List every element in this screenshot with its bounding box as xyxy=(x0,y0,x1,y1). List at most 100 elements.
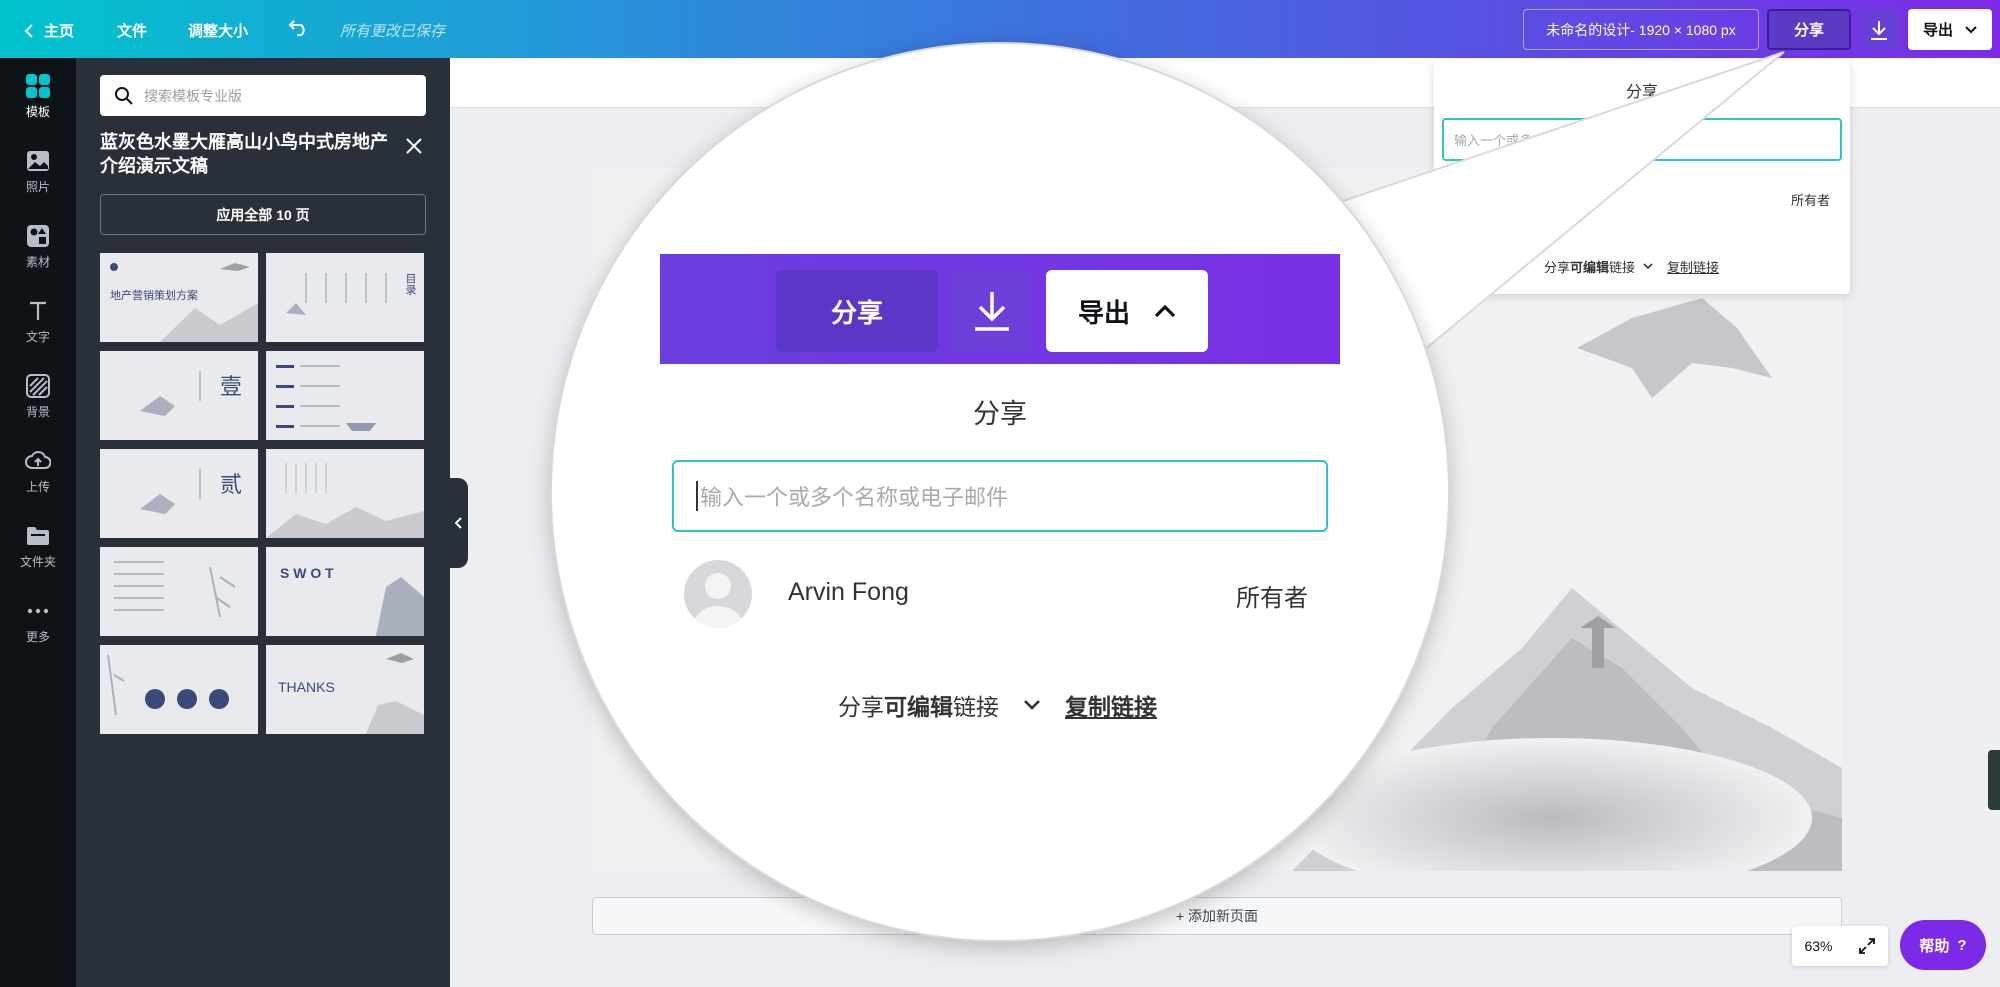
share-invite-input[interactable]: 输入一个或多个名称或电子邮件 xyxy=(1442,118,1842,161)
rail-label: 照片 xyxy=(25,179,50,194)
rail-item-templates[interactable]: 模板 xyxy=(0,66,76,126)
template-page-thumb-4[interactable] xyxy=(266,351,424,440)
folder-icon xyxy=(25,523,51,549)
side-handle[interactable] xyxy=(1988,750,2000,810)
thumb-title: THANKS xyxy=(278,679,335,695)
rail-label: 上传 xyxy=(25,479,50,494)
rail-label: 背景 xyxy=(25,404,50,419)
rail-item-upload[interactable]: 上传 xyxy=(0,441,76,501)
avatar xyxy=(684,560,752,628)
photo-icon xyxy=(25,148,51,174)
more-icon xyxy=(25,598,51,624)
magnifier-zoom: 分享 导出 分享 输入一个或多个名称或电子邮件 Arvin Fong 所有者 分… xyxy=(552,44,1448,940)
chevron-left-icon xyxy=(24,23,33,38)
share-link-dropdown[interactable]: 分享可编辑链接 复制链接 xyxy=(1544,257,1719,276)
help-label: 帮助 xyxy=(1919,937,1950,955)
magnified-share-button[interactable]: 分享 xyxy=(776,270,938,352)
resize-menu[interactable]: 调整大小 xyxy=(188,20,248,41)
rail-item-background[interactable]: 背景 xyxy=(0,366,76,426)
magnified-share-input[interactable]: 输入一个或多个名称或电子邮件 xyxy=(672,460,1328,532)
undo-button[interactable] xyxy=(288,17,310,41)
magnified-share-title: 分享 xyxy=(973,399,1027,429)
collapse-panel-button[interactable] xyxy=(450,478,468,568)
zoom-control[interactable]: 63% xyxy=(1792,926,1888,966)
rail-label: 模板 xyxy=(25,104,50,119)
file-menu[interactable]: 文件 xyxy=(117,20,147,41)
export-label: 导出 xyxy=(1922,22,1953,39)
template-page-thumb-9[interactable] xyxy=(100,645,258,734)
text-icon xyxy=(25,298,51,324)
share-link-label: 分享可编辑链接 xyxy=(1544,260,1636,275)
template-page-thumb-10[interactable]: THANKS xyxy=(266,645,424,734)
template-page-thumb-8[interactable]: S W O T xyxy=(266,547,424,636)
background-icon xyxy=(25,373,51,399)
rail-label: 文件夹 xyxy=(19,554,56,569)
thumb-title: 地产营销策划方案 xyxy=(110,290,198,302)
export-label: 导出 xyxy=(1077,297,1130,328)
template-icon xyxy=(25,73,51,99)
elements-icon xyxy=(25,223,51,249)
export-button[interactable]: 导出 xyxy=(1908,9,1992,50)
home-button[interactable]: 主页 xyxy=(24,20,74,41)
undo-icon xyxy=(288,20,305,36)
apply-all-pages-button[interactable]: 应用全部 10 页 xyxy=(100,194,426,235)
close-icon xyxy=(406,138,422,154)
template-page-thumb-7[interactable] xyxy=(100,547,258,636)
copy-link-button[interactable]: 复制链接 xyxy=(1667,257,1719,276)
zoom-level: 63% xyxy=(1804,938,1833,954)
rail-item-elements[interactable]: 素材 xyxy=(0,216,76,276)
template-page-thumb-5[interactable]: 贰 xyxy=(100,449,258,538)
rail-label: 更多 xyxy=(25,629,50,644)
thumb-title: 目录 xyxy=(404,273,416,295)
text-caret xyxy=(696,481,698,511)
template-search[interactable] xyxy=(100,75,426,116)
rail-label: 素材 xyxy=(25,254,50,269)
upload-icon xyxy=(25,448,51,474)
rail-item-folder[interactable]: 文件夹 xyxy=(0,516,76,576)
chevron-down-icon xyxy=(1024,700,1040,710)
share-button[interactable]: 分享 xyxy=(1767,9,1851,50)
chevron-up-icon xyxy=(1154,304,1176,318)
download-icon xyxy=(1871,20,1887,40)
thumb-title: 壹 xyxy=(220,374,243,399)
user-name: Arvin Fong xyxy=(788,578,909,606)
owner-role: 所有者 xyxy=(1790,193,1830,208)
left-rail: 模板 照片 素材 文字 背景 上传 文件夹 更多 xyxy=(0,58,76,987)
share-link-label: 分享可编辑链接 xyxy=(838,694,999,720)
fullscreen-icon[interactable] xyxy=(1858,937,1876,955)
chevron-down-icon xyxy=(1965,25,1977,33)
template-panel: 蓝灰色水墨大雁高山小鸟中式房地产介绍演示文稿 应用全部 10 页 地产营销策划方… xyxy=(76,58,450,987)
chevron-left-icon xyxy=(455,517,462,529)
template-page-thumb-3[interactable]: 壹 xyxy=(100,351,258,440)
search-icon xyxy=(115,86,133,105)
rail-item-text[interactable]: 文字 xyxy=(0,291,76,351)
design-title[interactable]: 未命名的设计- 1920 × 1080 px xyxy=(1523,9,1759,50)
owner-role: 所有者 xyxy=(1236,585,1308,612)
download-icon xyxy=(975,292,1009,331)
magnified-export-button[interactable]: 导出 xyxy=(1046,270,1208,352)
thumb-title: 贰 xyxy=(220,472,243,497)
template-page-thumb-6[interactable] xyxy=(266,449,424,538)
magnified-download-button[interactable] xyxy=(952,270,1032,352)
search-input[interactable] xyxy=(144,87,414,104)
rail-label: 文字 xyxy=(25,329,50,344)
share-popover-title: 分享 xyxy=(1625,84,1658,101)
copy-link-button[interactable]: 复制链接 xyxy=(1065,688,1157,722)
home-label: 主页 xyxy=(44,23,75,40)
download-button[interactable] xyxy=(1859,9,1899,50)
help-button[interactable]: 帮助 ? xyxy=(1900,920,1986,970)
close-template-button[interactable] xyxy=(402,134,426,158)
add-page-button[interactable]: + 添加新页面 xyxy=(592,897,1842,935)
template-page-thumb-1[interactable]: 地产营销策划方案 xyxy=(100,253,258,342)
share-input-placeholder: 输入一个或多个名称或电子邮件 xyxy=(700,485,1009,510)
question-mark-icon: ? xyxy=(1957,936,1967,954)
save-status: 所有更改已保存 xyxy=(340,23,446,40)
template-page-thumb-2[interactable]: 目录 xyxy=(266,253,424,342)
template-title: 蓝灰色水墨大雁高山小鸟中式房地产介绍演示文稿 xyxy=(100,132,388,176)
chevron-down-icon xyxy=(1643,263,1653,270)
rail-item-more[interactable]: 更多 xyxy=(0,591,76,651)
thumb-title: S W O T xyxy=(280,565,334,581)
share-popover: 分享 输入一个或多个名称或电子邮件 所有者 分享可编辑链接 复制链接 xyxy=(1434,60,1850,294)
magnified-share-link[interactable]: 分享可编辑链接 复制链接 xyxy=(838,688,1157,722)
rail-item-photos[interactable]: 照片 xyxy=(0,141,76,201)
